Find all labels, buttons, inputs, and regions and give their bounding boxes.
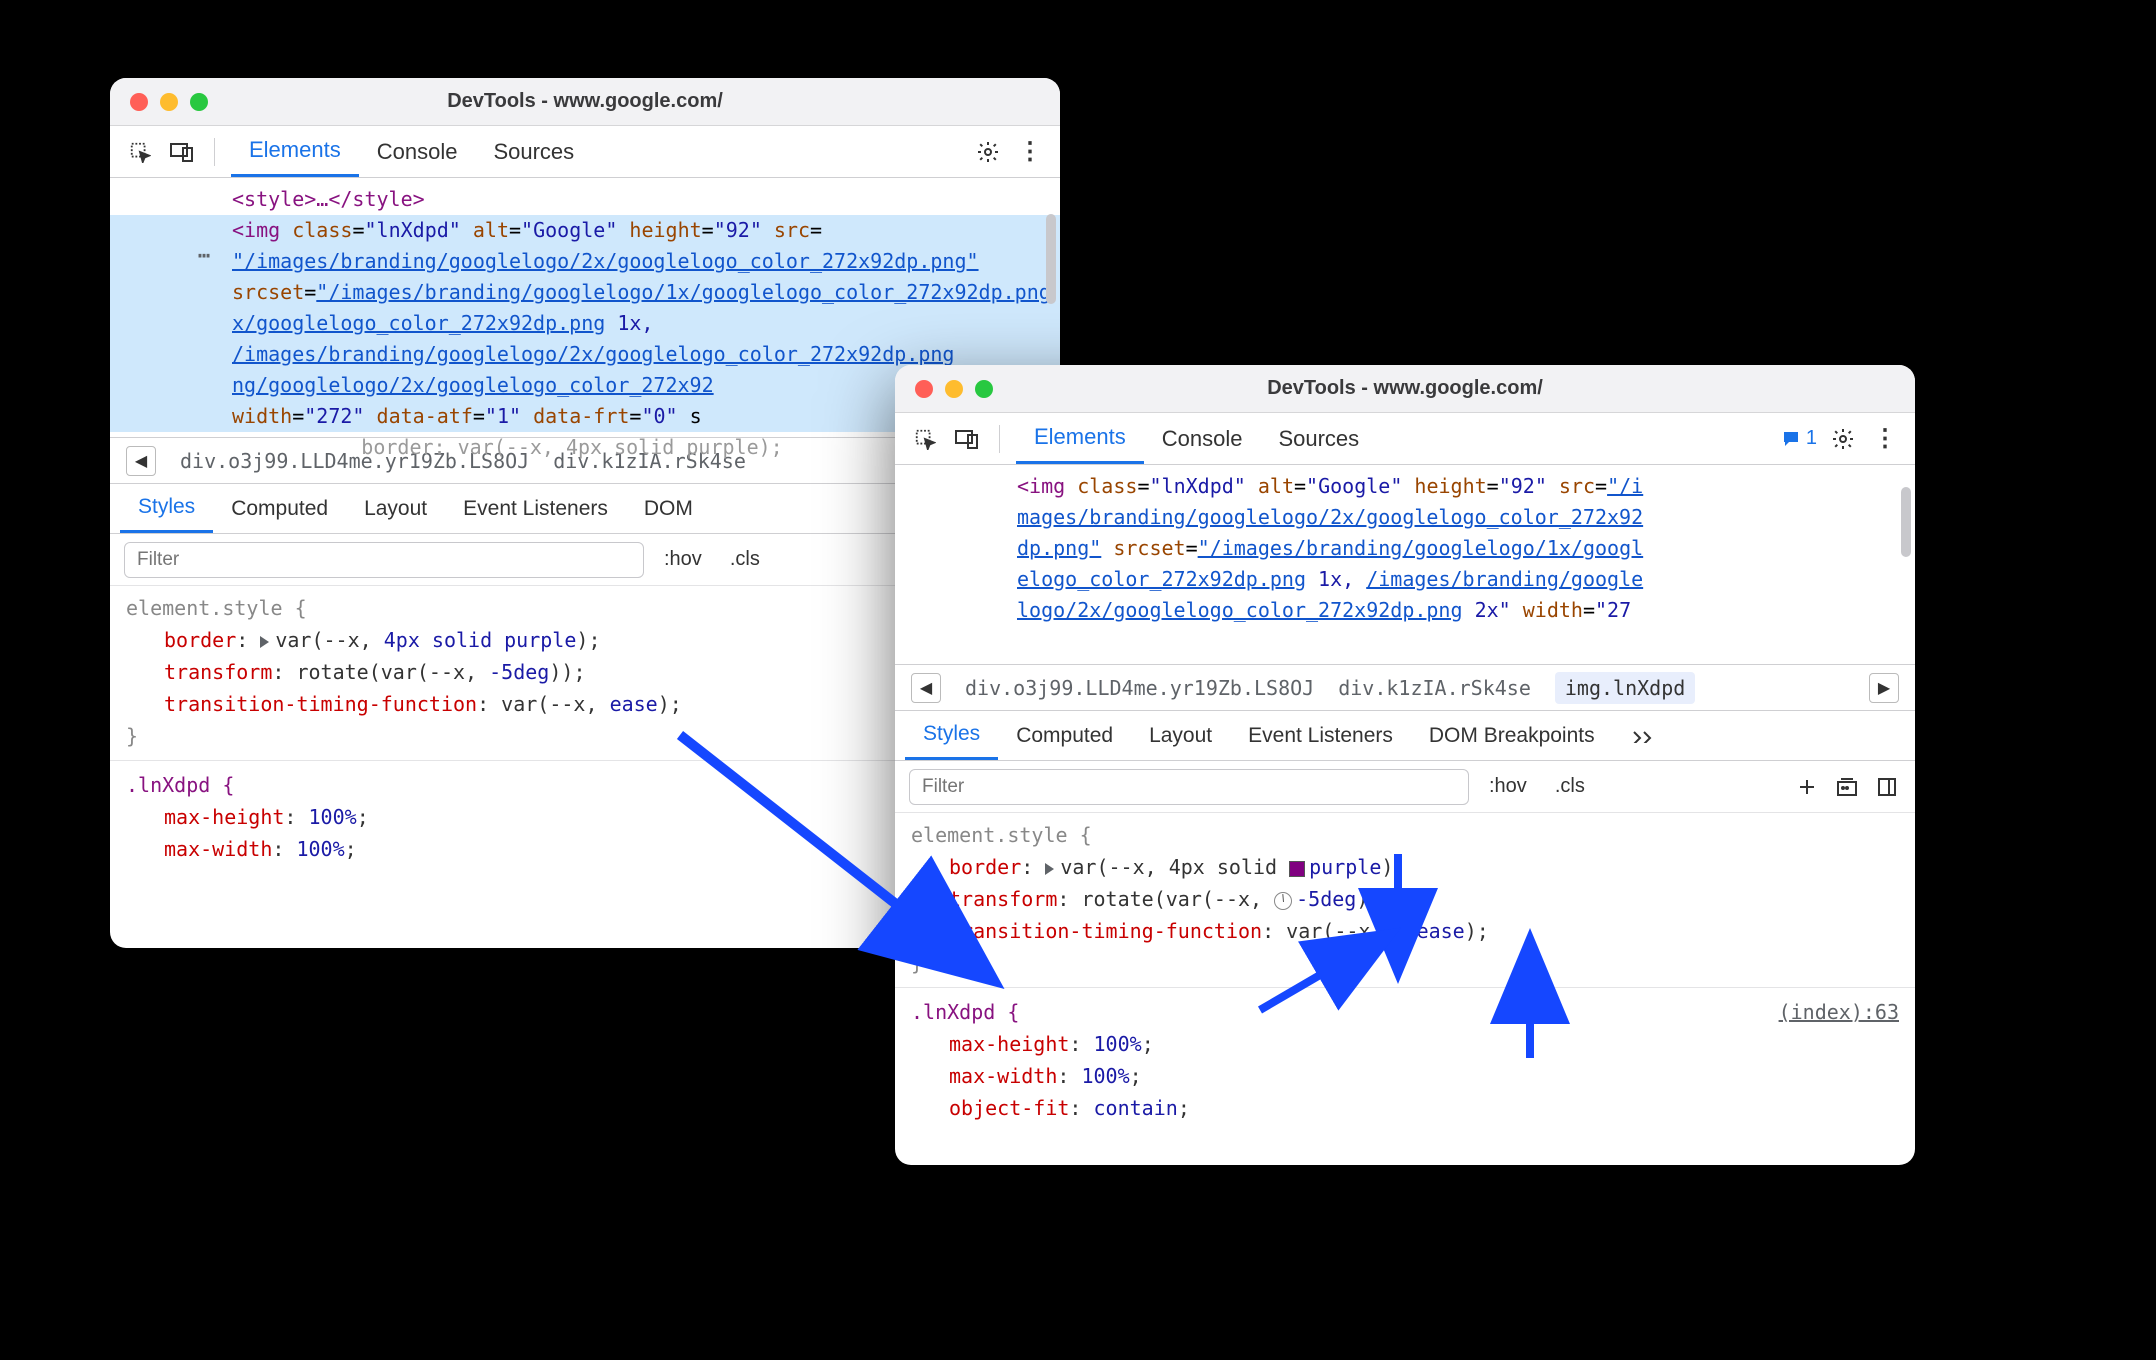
hov-toggle[interactable]: :hov	[1481, 775, 1535, 798]
ellipsis-icon[interactable]: ⋯	[198, 240, 210, 271]
rule-close: }	[911, 947, 1899, 979]
main-toolbar: Elements Console Sources ⋮	[110, 126, 1060, 178]
tab-sources[interactable]: Sources	[475, 126, 592, 177]
dom-selected-node[interactable]: <img class="lnXdpd" alt="Google" height=…	[110, 215, 1060, 246]
tab-elements[interactable]: Elements	[231, 126, 359, 177]
computed-sidebar-icon[interactable]	[1873, 773, 1901, 801]
rule-selector-2[interactable]: .lnXdpd {	[911, 1000, 1019, 1024]
tab-elements[interactable]: Elements	[1016, 413, 1144, 464]
window-title: DevTools - www.google.com/	[895, 377, 1915, 400]
breadcrumb: ◀ div.o3j99.LLD4me.yr19Zb.LS8OJ div.k1zI…	[895, 665, 1915, 711]
chevron-left-icon[interactable]: ◀	[911, 673, 941, 703]
color-swatch-icon[interactable]	[1289, 861, 1305, 877]
tab-console[interactable]: Console	[359, 126, 476, 177]
titlebar[interactable]: DevTools - www.google.com/	[895, 365, 1915, 413]
window-title: DevTools - www.google.com/	[110, 90, 1060, 113]
subtab-dom-breakpoints[interactable]: DOM Breakpoints	[1411, 711, 1613, 760]
settings-icon[interactable]	[1827, 423, 1859, 455]
menu-icon[interactable]: ⋮	[1869, 423, 1901, 455]
subtab-dom[interactable]: DOM	[626, 484, 711, 533]
main-tabs: Elements Console Sources	[1016, 413, 1437, 464]
scrollbar[interactable]	[1046, 214, 1056, 304]
crumb-3-active[interactable]: img.lnXdpd	[1555, 672, 1695, 704]
styles-tabs: Styles Computed Layout Event Listeners D…	[895, 711, 1915, 761]
devtools-window-after: DevTools - www.google.com/ Elements Cons…	[895, 365, 1915, 1165]
subtab-computed[interactable]: Computed	[213, 484, 346, 533]
new-style-rule-icon[interactable]	[1793, 773, 1821, 801]
tab-sources[interactable]: Sources	[1260, 413, 1377, 464]
prop-max-height[interactable]: max-height: 100%;	[911, 1028, 1899, 1060]
src-url[interactable]: "/images/branding/googlelogo/2x/googlelo…	[232, 249, 979, 273]
subtab-event-listeners[interactable]: Event Listeners	[1230, 711, 1411, 760]
source-link[interactable]: (index):63	[1779, 996, 1899, 1028]
dom-node[interactable]: <style>…</style>	[232, 187, 425, 211]
chevron-right-icon[interactable]: ▶	[1869, 673, 1899, 703]
expand-icon[interactable]	[260, 636, 269, 648]
tabs-overflow-icon[interactable]	[1377, 413, 1437, 464]
subtab-computed[interactable]: Computed	[998, 711, 1131, 760]
scrollbar[interactable]	[1901, 487, 1911, 557]
rule-selector[interactable]: element.style {	[911, 819, 1899, 851]
prop-max-width[interactable]: max-width: 100%;	[911, 1060, 1899, 1092]
filter-input[interactable]	[124, 542, 644, 578]
device-toggle-icon[interactable]	[951, 423, 983, 455]
main-toolbar: Elements Console Sources 1 ⋮	[895, 413, 1915, 465]
easing-swatch-icon[interactable]	[1395, 924, 1413, 942]
inspect-icon[interactable]	[124, 136, 156, 168]
issues-count: 1	[1806, 427, 1817, 450]
filter-input[interactable]	[909, 769, 1469, 805]
subtab-styles[interactable]: Styles	[120, 484, 213, 533]
issues-badge[interactable]: 1	[1782, 427, 1817, 450]
tabs-overflow-icon[interactable]	[592, 126, 652, 177]
cls-toggle[interactable]: .cls	[1547, 775, 1593, 798]
prop-border[interactable]: border: var(--x, 4px solid purple);	[911, 851, 1899, 883]
settings-icon[interactable]	[972, 136, 1004, 168]
subtabs-overflow-icon[interactable]	[1613, 711, 1673, 760]
subtab-event-listeners[interactable]: Event Listeners	[445, 484, 626, 533]
styles-pane[interactable]: element.style { border: var(--x, 4px sol…	[895, 813, 1915, 1130]
prop-object-fit[interactable]: object-fit: contain;	[911, 1092, 1899, 1124]
angle-swatch-icon[interactable]	[1274, 892, 1292, 910]
toggle-css-icon[interactable]	[1833, 773, 1861, 801]
srcset-url[interactable]: "/images/branding/googlelogo/1x/googlelo…	[316, 280, 1051, 304]
hov-toggle[interactable]: :hov	[656, 548, 710, 571]
subtab-layout[interactable]: Layout	[1131, 711, 1230, 760]
tab-console[interactable]: Console	[1144, 413, 1261, 464]
crumb-1[interactable]: div.o3j99.LLD4me.yr19Zb.LS8OJ	[965, 676, 1314, 700]
subtab-layout[interactable]: Layout	[346, 484, 445, 533]
titlebar[interactable]: DevTools - www.google.com/	[110, 78, 1060, 126]
filter-row: :hov .cls	[895, 761, 1915, 813]
expand-icon[interactable]	[1045, 863, 1054, 875]
dom-node[interactable]: <img class="lnXdpd" alt="Google" height=…	[895, 471, 1915, 502]
inline-style-display: border: var(--x, 4px solid purple);	[361, 435, 782, 459]
device-toggle-icon[interactable]	[166, 136, 198, 168]
srcset-url-2[interactable]: /images/branding/googlelogo/2x/googlelog…	[232, 342, 954, 366]
cls-toggle[interactable]: .cls	[722, 548, 768, 571]
subtab-styles[interactable]: Styles	[905, 711, 998, 760]
prop-transform[interactable]: transform: rotate(var(--x, -5deg));	[911, 883, 1899, 915]
prop-transition-timing-function[interactable]: transition-timing-function: var(--x, eas…	[911, 915, 1899, 947]
menu-icon[interactable]: ⋮	[1014, 136, 1046, 168]
main-tabs: Elements Console Sources	[231, 126, 652, 177]
crumb-2[interactable]: div.k1zIA.rSk4se	[1338, 676, 1531, 700]
inspect-icon[interactable]	[909, 423, 941, 455]
dom-tree[interactable]: <img class="lnXdpd" alt="Google" height=…	[895, 465, 1915, 665]
